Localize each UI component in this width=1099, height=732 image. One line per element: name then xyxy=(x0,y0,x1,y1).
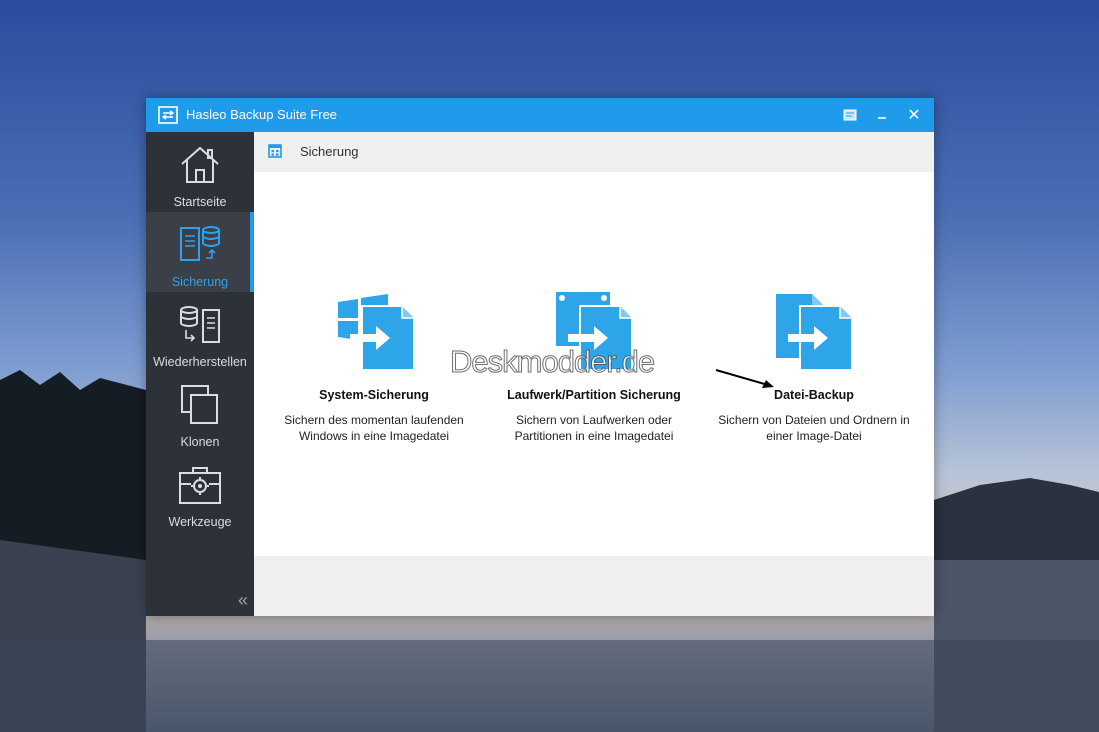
collapse-sidebar-button[interactable]: « xyxy=(238,590,254,610)
breadcrumb: Sicherung xyxy=(254,132,934,172)
message-icon xyxy=(843,109,857,121)
sidebar-item-werkzeuge[interactable]: Werkzeuge xyxy=(146,452,254,532)
sidebar: Startseite Sicherung Wiederherstellen Kl… xyxy=(146,132,254,616)
home-icon xyxy=(181,146,219,183)
toolbox-icon xyxy=(179,467,221,504)
option-description: Sichern von Dateien und Ordnern in einer… xyxy=(704,412,924,444)
option-title: System-Sicherung xyxy=(319,388,429,402)
option-description: Sichern des momentan laufenden Windows i… xyxy=(264,412,484,444)
sidebar-item-sicherung[interactable]: Sicherung xyxy=(146,212,254,292)
option-description-line: Sichern des momentan laufenden xyxy=(284,413,464,427)
option-description-line: einer Image-Datei xyxy=(766,429,862,443)
title-bar[interactable]: Hasleo Backup Suite Free ✕ xyxy=(146,98,934,132)
minimize-icon xyxy=(878,117,886,119)
watermark: Deskmodder.de xyxy=(449,344,655,380)
sidebar-item-label: Sicherung xyxy=(171,275,229,289)
backup-icon xyxy=(180,226,220,261)
grid-icon xyxy=(268,144,282,158)
sidebar-item-label: Wiederherstellen xyxy=(153,355,247,369)
option-description-line: Sichern von Dateien und Ordnern in xyxy=(718,413,910,427)
sidebar-item-klonen[interactable]: Klonen xyxy=(146,372,254,452)
option-description-line: Windows in eine Imagedatei xyxy=(298,429,450,443)
double-chevron-left-icon: « xyxy=(238,590,249,610)
option-description: Sichern von Laufwerken oder Partitionen … xyxy=(484,412,704,444)
file-copy-arrow-icon xyxy=(776,294,853,371)
close-icon: ✕ xyxy=(907,107,921,124)
window-title: Hasleo Backup Suite Free xyxy=(186,107,338,122)
app-logo-icon xyxy=(158,106,178,124)
sidebar-item-startseite[interactable]: Startseite xyxy=(146,132,254,212)
sidebar-item-label: Klonen xyxy=(180,435,220,449)
minimize-button[interactable] xyxy=(866,98,898,132)
option-description-line: Partitionen in eine Imagedatei xyxy=(514,429,674,443)
annotation-arrow-icon xyxy=(715,369,774,388)
app-window: Hasleo Backup Suite Free ✕ Startseite Si… xyxy=(146,98,934,616)
option-title: Laufwerk/Partition Sicherung xyxy=(507,388,681,402)
restore-icon xyxy=(180,306,220,343)
sidebar-item-label: Startseite xyxy=(173,195,227,209)
windows-file-arrow-icon xyxy=(338,294,415,371)
feedback-button[interactable] xyxy=(834,98,866,132)
sidebar-item-label: Werkzeuge xyxy=(168,515,232,529)
page-title: Sicherung xyxy=(300,144,359,159)
footer-bar xyxy=(254,556,934,616)
sidebar-item-wiederherstellen[interactable]: Wiederherstellen xyxy=(146,292,254,372)
option-description-line: Sichern von Laufwerken oder xyxy=(515,413,673,427)
option-title: Datei-Backup xyxy=(774,388,854,402)
clone-icon xyxy=(181,385,218,424)
close-button[interactable]: ✕ xyxy=(898,98,930,132)
